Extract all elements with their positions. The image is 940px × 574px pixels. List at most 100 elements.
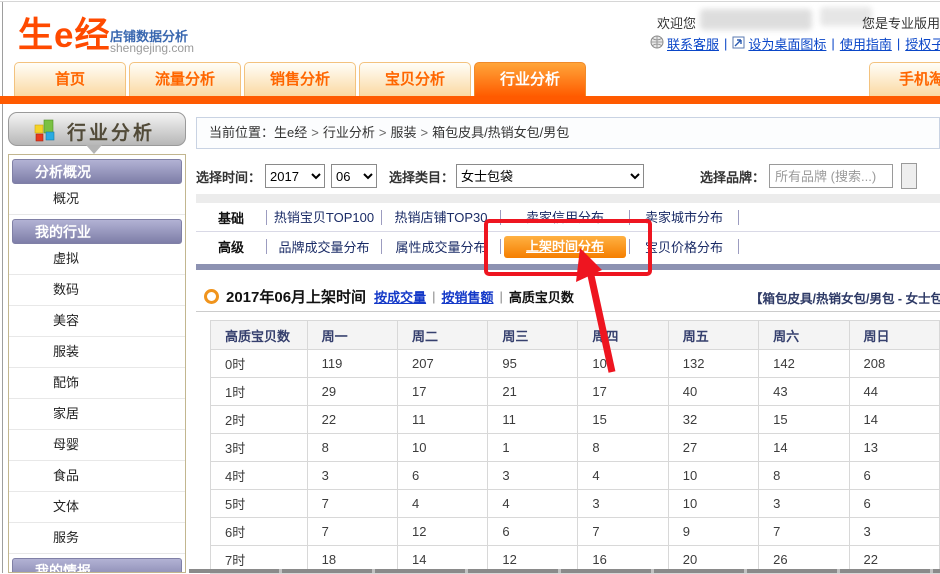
tab-menu-cell: 卖家城市分布	[630, 207, 738, 227]
table-cell: 6	[397, 462, 487, 490]
table-cell: 3	[849, 518, 939, 546]
sidebar-item[interactable]: 概况	[9, 184, 185, 215]
table-row: 1时29172117404344	[211, 378, 940, 406]
separator	[493, 289, 508, 304]
sidebar-item[interactable]: 服务	[9, 523, 185, 554]
table-cell: 8	[307, 434, 397, 462]
breadcrumb: 当前位置：生e经>行业分析>服装>箱包皮具/热销女包/男包	[196, 117, 940, 149]
table-header-cell: 周四	[578, 321, 668, 350]
link-contact-support[interactable]: 联系客服	[667, 34, 719, 53]
page-title: 2017年06月上架时间	[226, 286, 366, 307]
sort-by-sales-link[interactable]: 按销售额	[441, 287, 493, 306]
breadcrumb-segment[interactable]: 服装	[390, 125, 416, 140]
table-cell: 32	[668, 406, 758, 434]
breadcrumb-separator: >	[311, 125, 319, 140]
separator	[826, 36, 839, 51]
tab-menu-link[interactable]: 属性成交量分布	[395, 240, 486, 255]
table-cell: 43	[759, 378, 849, 406]
link-set-desktop-icon[interactable]: 设为桌面图标	[748, 34, 826, 53]
table-row-label: 4时	[211, 462, 308, 490]
table-cell: 3	[578, 490, 668, 518]
sidebar-item[interactable]: 配饰	[9, 368, 185, 399]
sidebar-item[interactable]: 美容	[9, 306, 185, 337]
table-cell: 14	[849, 406, 939, 434]
sidebar-item[interactable]: 虚拟	[9, 244, 185, 275]
sidebar-item[interactable]: 家居	[9, 399, 185, 430]
breadcrumb-separator: >	[379, 125, 387, 140]
breadcrumb-segment[interactable]: 行业分析	[323, 125, 375, 140]
table-header-cell: 周一	[307, 321, 397, 350]
table-header-cell: 高质宝贝数	[211, 321, 308, 350]
table-row: 0时11920795101132142208	[211, 350, 940, 378]
tab-shelf-time-distribution-active[interactable]: 上架时间分布	[504, 236, 626, 258]
sidebar-item[interactable]: 服装	[9, 337, 185, 368]
nav-tab[interactable]: 手机淘宝	[869, 62, 940, 96]
table-cell: 10	[397, 434, 487, 462]
month-select[interactable]: 06	[331, 164, 377, 188]
sidebar-item[interactable]: 数码	[9, 275, 185, 306]
link-authorize-subaccount[interactable]: 授权子账号	[905, 34, 940, 53]
sidebar-menu: 分析概况概况我的行业虚拟数码美容服装配饰家居母婴食品文体服务我的情报	[8, 154, 186, 573]
table-cell: 3	[307, 462, 397, 490]
breadcrumb-prefix: 当前位置：	[209, 125, 274, 140]
table-cell: 40	[668, 378, 758, 406]
table-cell: 17	[578, 378, 668, 406]
table-cell: 21	[488, 378, 578, 406]
cutoff-scroll-strip[interactable]	[189, 569, 940, 573]
tab-menu-link[interactable]: 热销宝贝TOP100	[274, 210, 374, 225]
table-cell: 44	[849, 378, 939, 406]
table-cell: 6	[849, 462, 939, 490]
category-select[interactable]: 女士包袋	[456, 164, 644, 188]
table-row: 6时71267973	[211, 518, 940, 546]
category-note: 【箱包皮具/热销女包/男包 - 女士包袋】	[750, 292, 940, 306]
table-row-label: 1时	[211, 378, 308, 406]
shelf-time-table: 高质宝贝数周一周二周三周四周五周六周日 0时119207951011321422…	[210, 320, 940, 574]
sidebar-title: 行业分析	[67, 118, 155, 145]
table-cell: 13	[849, 434, 939, 462]
table-cell: 3	[759, 490, 849, 518]
breadcrumb-segment[interactable]: 生e经	[274, 125, 307, 140]
sidebar-item[interactable]: 食品	[9, 461, 185, 492]
table-cell: 207	[397, 350, 487, 378]
bullet-icon	[204, 289, 219, 304]
table-header-row: 高质宝贝数周一周二周三周四周五周六周日	[211, 321, 940, 350]
table-cell: 6	[488, 518, 578, 546]
table-cell: 95	[488, 350, 578, 378]
nav-tab[interactable]: 宝贝分析	[359, 62, 471, 96]
nav-tab[interactable]: 首页	[14, 62, 126, 96]
nav-tab[interactable]: 销售分析	[244, 62, 356, 96]
divider-strip	[196, 194, 940, 203]
filter-bar: 选择时间： 2017 06 选择类目： 女士包袋 选择品牌：	[196, 158, 940, 194]
nav-tab[interactable]: 流量分析	[129, 62, 241, 96]
brand-search-button-cutoff[interactable]	[901, 163, 917, 189]
sidebar-item[interactable]: 母婴	[9, 430, 185, 461]
breadcrumb-segment: 箱包皮具/热销女包/男包	[432, 125, 569, 140]
tab-menu-link[interactable]: 卖家信用分布	[526, 210, 604, 225]
table-header-cell: 周日	[849, 321, 939, 350]
nav-tab[interactable]: 行业分析	[474, 62, 586, 96]
breadcrumb-separator: >	[420, 125, 428, 140]
table-cell: 10	[668, 490, 758, 518]
separator	[426, 289, 441, 304]
tab-menu-link[interactable]: 热销店铺TOP30	[395, 210, 488, 225]
tab-menu-link[interactable]: 卖家城市分布	[645, 210, 723, 225]
link-user-guide[interactable]: 使用指南	[840, 34, 892, 53]
nav-tabs: 首页流量分析销售分析宝贝分析行业分析手机淘宝	[14, 62, 586, 96]
report-tab-menu: 基础 热销宝贝TOP100热销店铺TOP30卖家信用分布卖家城市分布 高级 品牌…	[196, 203, 940, 270]
tab-menu-cell: 热销店铺TOP30	[382, 207, 500, 227]
brand-search-input[interactable]	[769, 164, 893, 188]
sidebar-item[interactable]: 文体	[9, 492, 185, 523]
tab-menu-link[interactable]: 宝贝价格分布	[645, 240, 723, 255]
sort-by-volume-link[interactable]: 按成交量	[374, 287, 426, 306]
table-row: 5时74431036	[211, 490, 940, 518]
table-cell: 4	[397, 490, 487, 518]
time-filter-label: 选择时间：	[196, 167, 261, 186]
year-select[interactable]: 2017	[265, 164, 325, 188]
table-cell: 10	[668, 462, 758, 490]
tab-menu-link[interactable]: 品牌成交量分布	[278, 240, 369, 255]
separator	[892, 36, 905, 51]
table-header-cell: 周三	[488, 321, 578, 350]
table-cell: 7	[759, 518, 849, 546]
table-cell: 15	[759, 406, 849, 434]
table-row: 4时36341086	[211, 462, 940, 490]
